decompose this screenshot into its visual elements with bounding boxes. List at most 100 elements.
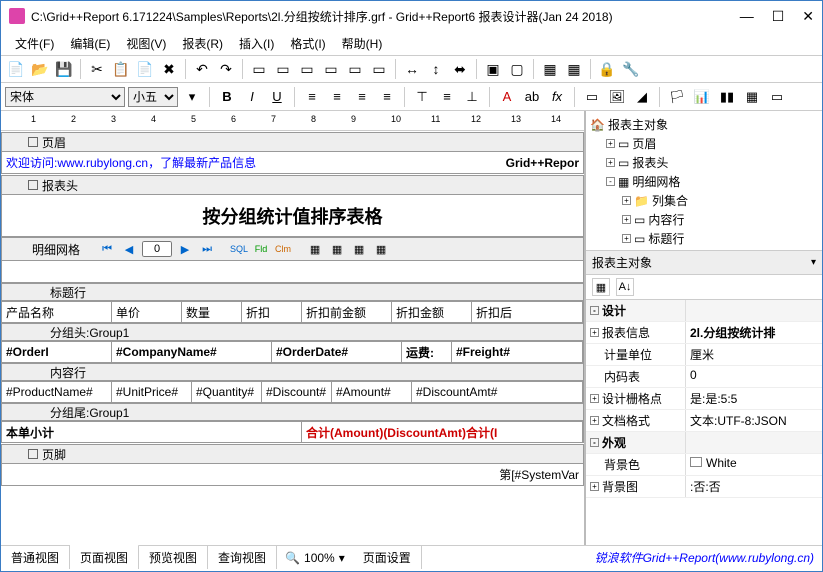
formula-button[interactable]: fx: [546, 86, 568, 108]
nav-last-icon[interactable]: ⏭: [198, 240, 216, 258]
fld-icon[interactable]: Fld: [252, 240, 270, 258]
align-middle-icon[interactable]: ▭: [344, 58, 366, 80]
close-button[interactable]: ✕: [802, 8, 814, 25]
welcome-text: 欢迎访问:www.rubylong.cn，了解最新产品信息: [2, 152, 260, 173]
section-report-header[interactable]: 报表头: [1, 175, 584, 195]
minimize-button[interactable]: —: [740, 8, 754, 25]
prop-cat-icon[interactable]: ▦: [592, 278, 610, 296]
grid2-icon[interactable]: ▦: [328, 240, 346, 258]
section-content-row[interactable]: 内容行: [1, 363, 584, 381]
barcode-icon[interactable]: ▮▮: [716, 86, 738, 108]
page-setup-button[interactable]: 页面设置: [353, 546, 422, 569]
lock-icon[interactable]: 🔒: [596, 58, 618, 80]
table-icon[interactable]: ▦: [741, 86, 763, 108]
collapse-icon[interactable]: -: [606, 177, 615, 186]
section-group-header[interactable]: 分组头:Group1: [1, 323, 584, 341]
tool-icon[interactable]: 🔧: [620, 58, 642, 80]
align-bottom-icon[interactable]: ▭: [368, 58, 390, 80]
expand-icon[interactable]: +: [622, 215, 631, 224]
menu-edit[interactable]: 编辑(E): [64, 33, 116, 54]
subreport-icon[interactable]: ▭: [766, 86, 788, 108]
send-back-icon[interactable]: ▢: [506, 58, 528, 80]
maximize-button[interactable]: ☐: [772, 8, 785, 25]
text-center-icon[interactable]: ≡: [326, 86, 348, 108]
section-page-header[interactable]: 页眉: [1, 132, 584, 152]
nav-next-icon[interactable]: ▶: [176, 240, 194, 258]
expand-icon[interactable]: +: [622, 234, 631, 243]
bold-button[interactable]: B: [216, 86, 238, 108]
size-select[interactable]: 小五: [128, 87, 178, 107]
menu-format[interactable]: 格式(I): [284, 33, 331, 54]
flag-icon[interactable]: 🏳: [666, 86, 688, 108]
new-icon[interactable]: 📄: [5, 58, 27, 80]
cut-icon[interactable]: ✂: [86, 58, 108, 80]
section-page-footer[interactable]: 页脚: [1, 444, 584, 464]
field-icon[interactable]: ▭: [581, 86, 603, 108]
same-width-icon[interactable]: ↔: [401, 58, 423, 80]
page-icon: ▭: [618, 156, 629, 170]
save-icon[interactable]: 💾: [53, 58, 75, 80]
nav-first-icon[interactable]: ⏮: [98, 240, 116, 258]
align-left-icon[interactable]: ▭: [248, 58, 270, 80]
text-justify-icon[interactable]: ≡: [376, 86, 398, 108]
size-dn-icon[interactable]: ▾: [181, 86, 203, 108]
menu-file[interactable]: 文件(F): [9, 33, 60, 54]
align-top-icon[interactable]: ▭: [320, 58, 342, 80]
text-left-icon[interactable]: ≡: [301, 86, 323, 108]
expand-icon[interactable]: +: [622, 196, 631, 205]
undo-icon[interactable]: ↶: [191, 58, 213, 80]
property-grid[interactable]: -设计 +报表信息2l.分组按统计排 计量单位厘米 内码表0 +设计栅格点是:是…: [586, 300, 822, 545]
font-select[interactable]: 宋体: [5, 87, 125, 107]
copy-icon[interactable]: 📋: [110, 58, 132, 80]
same-size-icon[interactable]: ⬌: [449, 58, 471, 80]
align-center-icon[interactable]: ▭: [272, 58, 294, 80]
tab-normal[interactable]: 普通视图: [1, 546, 70, 569]
nav-prev-icon[interactable]: ◀: [120, 240, 138, 258]
tab-query[interactable]: 查询视图: [208, 546, 277, 569]
valign-bot-icon[interactable]: ⊥: [461, 86, 483, 108]
menu-help[interactable]: 帮助(H): [336, 33, 389, 54]
shape-icon[interactable]: ◢: [631, 86, 653, 108]
expand-icon[interactable]: +: [606, 139, 615, 148]
sql-icon[interactable]: SQL: [230, 240, 248, 258]
nav-index-input[interactable]: [142, 241, 172, 257]
tab-preview[interactable]: 预览视图: [139, 546, 208, 569]
dropdown-icon[interactable]: ▾: [811, 257, 816, 268]
align-right-icon[interactable]: ▭: [296, 58, 318, 80]
open-icon[interactable]: 📂: [29, 58, 51, 80]
grid4-icon[interactable]: ▦: [372, 240, 390, 258]
redo-icon[interactable]: ↷: [215, 58, 237, 80]
chart-icon[interactable]: 📊: [691, 86, 713, 108]
underline-button[interactable]: U: [266, 86, 288, 108]
section-title-row[interactable]: 标题行: [1, 283, 584, 301]
image-icon[interactable]: 🖼: [606, 86, 628, 108]
prop-object-name: 报表主对象: [592, 254, 652, 271]
menu-report[interactable]: 报表(R): [176, 33, 229, 54]
grid3-icon[interactable]: ▦: [350, 240, 368, 258]
grid-icon[interactable]: ▦: [539, 58, 561, 80]
italic-button[interactable]: I: [241, 86, 263, 108]
group-footer-row: 本单小计 合计(Amount)(DiscountAmt)合计(I: [1, 421, 584, 443]
grid1-icon[interactable]: ▦: [306, 240, 324, 258]
expand-icon[interactable]: +: [606, 158, 615, 167]
object-tree[interactable]: 🏠报表主对象 +▭页眉 +▭报表头 -▦明细网格 +📁列集合 +▭内容行 +▭标…: [586, 111, 822, 251]
section-group-footer[interactable]: 分组尾:Group1: [1, 403, 584, 421]
prop-az-icon[interactable]: A↓: [616, 278, 634, 296]
zoom-icon[interactable]: 🔍: [285, 551, 300, 565]
label-button[interactable]: ab: [521, 86, 543, 108]
same-height-icon[interactable]: ↕: [425, 58, 447, 80]
text-right-icon[interactable]: ≡: [351, 86, 373, 108]
tab-page[interactable]: 页面视图: [70, 544, 139, 569]
paste-icon[interactable]: 📄: [134, 58, 156, 80]
valign-top-icon[interactable]: ⊤: [411, 86, 433, 108]
textcolor-button[interactable]: A: [496, 86, 518, 108]
menu-view[interactable]: 视图(V): [120, 33, 172, 54]
zoom-dd-icon[interactable]: ▾: [339, 551, 345, 565]
snap-icon[interactable]: ▦: [563, 58, 585, 80]
bring-front-icon[interactable]: ▣: [482, 58, 504, 80]
valign-mid-icon[interactable]: ≡: [436, 86, 458, 108]
menu-insert[interactable]: 插入(I): [233, 33, 280, 54]
clm-icon[interactable]: Clm: [274, 240, 292, 258]
footer-link[interactable]: 锐浪软件Grid++Report(www.rubylong.cn): [595, 549, 822, 566]
delete-icon[interactable]: ✖: [158, 58, 180, 80]
